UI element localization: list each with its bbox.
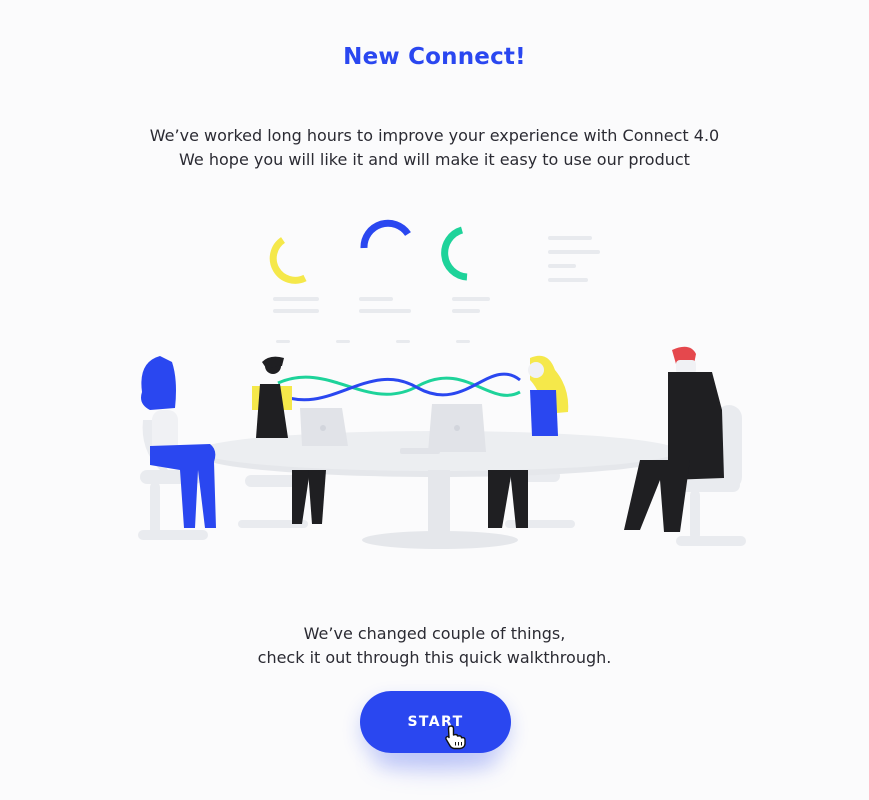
connection-waves [277, 372, 521, 402]
person-red-hair-man [624, 346, 724, 532]
yellow-progress-arc [269, 237, 307, 284]
outro-text: We’ve changed couple of things, check it… [0, 622, 869, 670]
teal-progress-arc [441, 226, 468, 281]
start-button[interactable]: START [360, 691, 511, 753]
intro-text: We’ve worked long hours to improve your … [0, 124, 869, 172]
outro-line-2: check it out through this quick walkthro… [257, 648, 612, 667]
intro-line-2: We hope you will like it and will make i… [179, 150, 690, 169]
outro-line-1: We’ve changed couple of things, [303, 624, 566, 643]
progress-arcs [269, 219, 468, 284]
placeholder-lines [273, 236, 600, 343]
hand-pointer-icon [445, 725, 466, 750]
intro-line-1: We’ve worked long hours to improve your … [149, 126, 720, 145]
meeting-illustration [138, 219, 746, 549]
page-title: New Connect! [343, 44, 526, 70]
blue-progress-arc [360, 219, 411, 249]
